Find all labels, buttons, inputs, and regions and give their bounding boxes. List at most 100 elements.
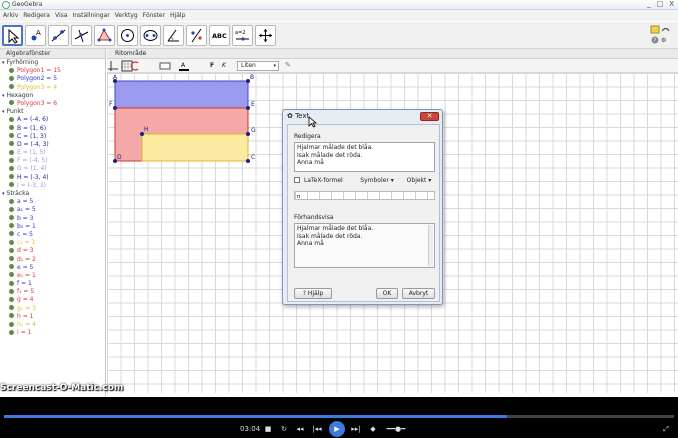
symbol-palette[interactable]: π [294,191,435,200]
volume-slider[interactable]: ━━●━ [382,424,410,434]
menu-verktyg[interactable]: Verktyg [115,10,138,21]
visibility-toggle-icon[interactable] [9,67,14,73]
algebra-item[interactable]: c₁ = 1 [0,239,105,247]
algebra-group[interactable]: Fyrhörning [0,59,105,67]
algebra-item[interactable]: i = 1 [0,329,105,337]
visibility-toggle-icon[interactable] [9,256,14,261]
algebra-item[interactable]: e = 5 [0,264,105,272]
visibility-toggle-icon[interactable] [9,149,14,155]
polygon-tool-button[interactable] [94,25,115,46]
ellipse-tool-button[interactable] [140,25,161,46]
polygon2-blue[interactable] [114,80,249,109]
angle-tool-button[interactable] [163,25,184,46]
algebra-group[interactable]: Sträcka [0,190,105,198]
slider-tool-button[interactable]: a=2 [232,25,253,46]
pin-icon[interactable]: ✎ [285,61,291,69]
algebra-item[interactable]: F = (-4, 5) [0,157,105,165]
visibility-toggle-icon[interactable] [9,296,14,302]
algebra-group[interactable]: Hexagon [0,92,105,100]
text-tool-button[interactable]: ABC [209,25,230,46]
algebra-item[interactable]: H = (-3, 4) [0,174,105,182]
perpendicular-line-tool-button[interactable] [71,25,92,46]
polygon3-yellow[interactable] [141,133,249,162]
visibility-toggle-icon[interactable] [9,198,14,204]
visibility-toggle-icon[interactable] [9,116,14,122]
undo-redo-help-icons[interactable]: ? ⚙ [650,25,670,46]
close-button[interactable]: X [669,0,674,8]
point-marker[interactable] [113,106,117,110]
bold-toggle[interactable]: F [210,62,214,69]
algebra-item[interactable]: E = (1, 5) [0,149,105,157]
visibility-toggle-icon[interactable] [9,165,14,171]
algebra-item[interactable]: g = 4 [0,296,105,304]
algebra-item[interactable]: d₁ = 2 [0,256,105,264]
visibility-toggle-icon[interactable] [9,75,14,81]
objects-menu[interactable]: Objekt ▾ [402,176,436,187]
visibility-toggle-icon[interactable] [9,272,14,278]
algebra-item[interactable]: C = (1, 3) [0,133,105,141]
visibility-toggle-icon[interactable] [9,206,14,212]
visibility-toggle-icon[interactable] [9,174,14,180]
algebra-item[interactable]: f = 1 [0,280,105,288]
reflect-tool-button[interactable] [186,25,207,46]
visibility-toggle-icon[interactable] [9,280,14,286]
cancel-button[interactable]: Avbryt [402,288,435,299]
font-size-select[interactable]: Liten ▾ [237,61,279,71]
move-graphics-view-tool-button[interactable] [255,25,276,46]
visibility-toggle-icon[interactable] [9,182,14,188]
visibility-toggle-icon[interactable] [9,141,14,147]
pi-symbol[interactable]: π [295,194,300,200]
move-tool-button[interactable] [2,25,23,46]
minimize-button[interactable]: _ [647,0,651,8]
loop-icon[interactable]: ↻ [278,424,290,434]
algebra-item[interactable]: a = 5 [0,198,105,206]
visibility-toggle-icon[interactable] [9,321,14,327]
edit-textarea[interactable]: Hjalmar målade det blåa. Isak målade det… [294,142,435,172]
menu-hjalp[interactable]: Hjälp [170,10,185,21]
ok-button[interactable]: OK [376,288,398,299]
algebra-item[interactable]: I = (-3, 3) [0,182,105,190]
point-marker[interactable] [246,106,250,110]
algebra-item[interactable]: b₁ = 1 [0,223,105,231]
algebra-item[interactable]: h = 1 [0,313,105,321]
visibility-toggle-icon[interactable] [9,288,14,294]
visibility-toggle-icon[interactable] [9,223,14,229]
visibility-toggle-icon[interactable] [9,264,14,270]
visibility-toggle-icon[interactable] [9,305,14,311]
stop-button[interactable]: ■ [262,424,274,434]
menu-fonster[interactable]: Fönster [143,10,165,21]
algebra-item[interactable]: a₁ = 5 [0,206,105,214]
visibility-toggle-icon[interactable] [9,157,14,163]
algebra-item[interactable]: D = (-4, 3) [0,141,105,149]
help-button[interactable]: ? Hjälp [294,288,332,299]
visibility-toggle-icon[interactable] [9,215,14,221]
algebra-item[interactable]: G = (1, 4) [0,165,105,173]
algebra-item[interactable]: e₁ = 1 [0,272,105,280]
algebra-item[interactable]: Polygon3 = 6 [0,100,105,108]
menu-installningar[interactable]: Inställningar [72,10,109,21]
preview-scrollbar[interactable] [428,225,433,266]
rewind-button[interactable]: ◂◂ [294,424,306,434]
visibility-toggle-icon[interactable] [9,239,14,245]
dialog-close-button[interactable]: ✕ [420,112,439,121]
point-tool-button[interactable]: A [25,25,46,46]
latex-checkbox[interactable] [294,177,300,183]
fullscreen-button[interactable]: ⤢ [660,424,672,434]
algebra-item[interactable]: B = (1, 6) [0,125,105,133]
point-marker[interactable] [246,132,250,136]
algebra-item[interactable]: g₁ = 3 [0,305,105,313]
play-button[interactable]: ▶ [329,421,345,437]
algebra-item[interactable]: Polygon2 = 5 [0,75,105,83]
visibility-toggle-icon[interactable] [9,247,14,253]
visibility-toggle-icon[interactable] [9,231,14,237]
algebra-group[interactable]: Punkt [0,108,105,116]
line-tool-button[interactable] [48,25,69,46]
visibility-toggle-icon[interactable] [9,100,14,106]
algebra-item[interactable]: h₁ = 4 [0,321,105,329]
algebra-item[interactable]: A = (-4, 6) [0,116,105,124]
algebra-item[interactable]: Polygon1 = 15 [0,67,105,75]
circle-tool-button[interactable] [117,25,138,46]
skip-forward-button[interactable]: ▸▸| [350,424,362,434]
algebra-item[interactable]: f₁ = 5 [0,288,105,296]
visibility-toggle-icon[interactable] [9,84,14,90]
